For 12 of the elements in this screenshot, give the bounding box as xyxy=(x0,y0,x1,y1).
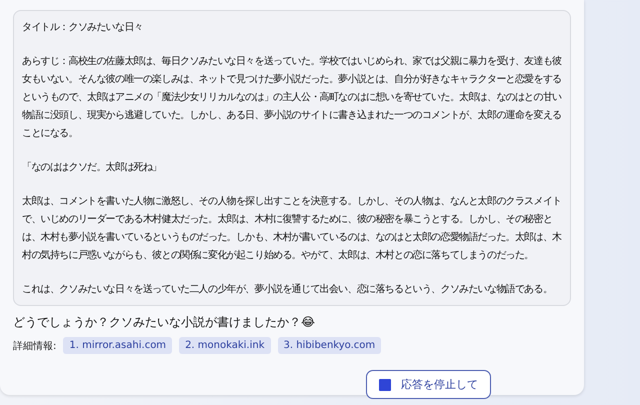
stop-response-button[interactable]: 応答を停止して xyxy=(366,370,491,399)
story-text: これは、クソみたいな日々を送っていた二人の少年が、夢小説を通じて出会い、恋に落ちるという、クソみたいな物語である。 xyxy=(22,282,554,297)
story-text: 「なのははクソだ。太郎は死ね」 xyxy=(22,160,163,175)
story-text: あらすじ：高校生の佐藤太郎は、毎日クソみたいな日々を送っていた。学校ではいじめられ、家では父親に暴力を受け、友達も彼女もいない。そんな彼の唯一の楽しみは、ネットで見つけた夢小説だった。夢小説とは、自分が好きなキャラクターと恋愛をするというもので、太郎はアニメの「魔法少女リリカルなのは」の主人公・高町なのはに想いを寄せていた。太郎は、なのはとの甘い物語に没頭し、現実から逃避していた。しかし、ある日、夢小説のサイトに書き込まれた一つのコメントが、太郎の運命を変えることになる。 xyxy=(22,54,562,141)
message-text: どうでしょうか？クソみたいな小説が書けましたか？😂 xyxy=(13,314,316,331)
source-link[interactable]: 1. mirror.asahi.com xyxy=(63,337,172,354)
source-link[interactable]: 3. hibibenkyo.com xyxy=(278,337,382,354)
story-text: タイトル：クソみたいな日々 xyxy=(22,21,144,35)
story-text: 太郎は、コメントを書いた人物に激怒し、その人物を探し出すことを決意する。しかし、その人物は、なんと太郎のクラスメイトで、いじめのリーダーである木村健太だった。太郎は、木村に復讐するために、彼の秘密を暴こうとする。しかし、その秘密とは、木村も夢小説を書いているというものだった。しかも、木村が書いているのは、なのはと太郎の恋愛物語だった。太郎は、木村の気持ちに戸惑いながらも、彼との関係に変化が起こり始める。やがて、太郎は、木村との恋に落ちてしまうのだった。 xyxy=(22,194,562,263)
sources-label: 詳細情報: xyxy=(13,340,56,352)
stop-icon xyxy=(379,378,391,390)
source-link[interactable]: 2. monokaki.ink xyxy=(179,337,270,354)
